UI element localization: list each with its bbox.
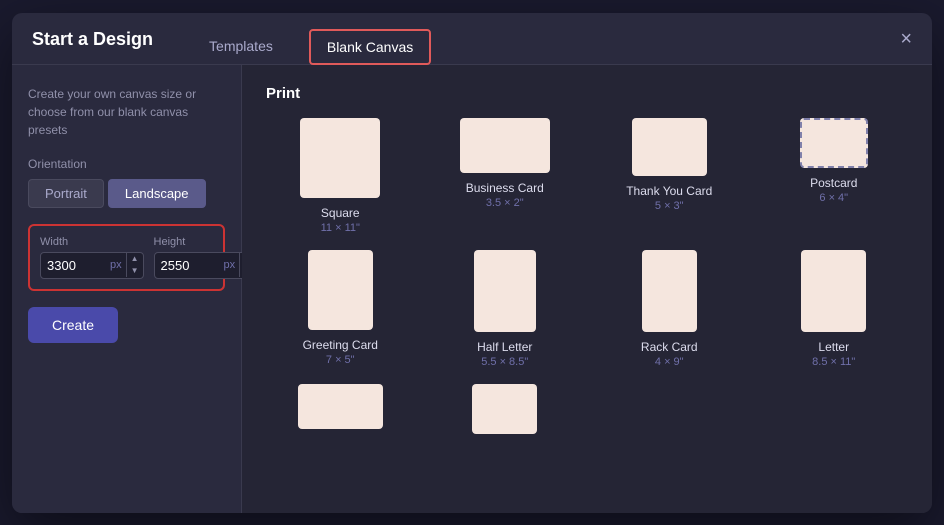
section-title: Print [266, 85, 908, 102]
width-unit: px [106, 259, 126, 271]
card-size-thankyou: 5 × 3" [655, 200, 684, 212]
thumb-small1 [298, 384, 383, 429]
card-rackcard[interactable]: Rack Card 4 × 9" [595, 250, 744, 368]
portrait-button[interactable]: Portrait [28, 179, 104, 208]
tab-blank-canvas[interactable]: Blank Canvas [309, 29, 431, 65]
modal-header: Start a Design Templates Blank Canvas × [12, 13, 932, 65]
cards-grid: Square 11 × 11" Business Card 3.5 × 2" T… [266, 118, 908, 442]
card-halfletter[interactable]: Half Letter 5.5 × 8.5" [431, 250, 580, 368]
sidebar-description: Create your own canvas size or choose fr… [28, 85, 225, 139]
thumb-rackcard [642, 250, 697, 332]
width-up-button[interactable]: ▲ [127, 253, 143, 265]
height-input[interactable] [155, 253, 220, 278]
height-unit: px [220, 259, 240, 271]
card-square[interactable]: Square 11 × 11" [266, 118, 415, 234]
card-small2[interactable] [431, 384, 580, 442]
dimension-group: Width px ▲ ▼ Height [28, 224, 225, 291]
card-greeting[interactable]: Greeting Card 7 × 5" [266, 250, 415, 368]
orientation-group: Portrait Landscape [28, 179, 225, 208]
width-label: Width [40, 236, 144, 248]
card-thankyou[interactable]: Thank You Card 5 × 3" [595, 118, 744, 234]
thumb-small2 [472, 384, 537, 434]
card-name-postcard: Postcard [810, 176, 857, 190]
main-content: Print Square 11 × 11" Business Card 3.5 … [242, 65, 932, 513]
thumb-square [300, 118, 380, 198]
thumb-thankyou [632, 118, 707, 176]
modal-title: Start a Design [32, 29, 153, 64]
card-letter[interactable]: Letter 8.5 × 11" [760, 250, 909, 368]
tab-templates[interactable]: Templates [193, 30, 289, 64]
width-input-wrap: px ▲ ▼ [40, 252, 144, 279]
card-name-rackcard: Rack Card [641, 340, 698, 354]
modal: Start a Design Templates Blank Canvas × … [12, 13, 932, 513]
modal-body: Create your own canvas size or choose fr… [12, 65, 932, 513]
card-size-rackcard: 4 × 9" [655, 356, 684, 368]
card-name-greeting: Greeting Card [303, 338, 378, 352]
card-size-postcard: 6 × 4" [819, 192, 848, 204]
card-bizcard[interactable]: Business Card 3.5 × 2" [431, 118, 580, 234]
thumb-postcard [800, 118, 868, 168]
card-size-halfletter: 5.5 × 8.5" [481, 356, 528, 368]
thumb-greeting [308, 250, 373, 330]
card-name-halfletter: Half Letter [477, 340, 532, 354]
thumb-bizcard [460, 118, 550, 173]
card-size-greeting: 7 × 5" [326, 354, 355, 366]
landscape-button[interactable]: Landscape [108, 179, 206, 208]
card-name-square: Square [321, 206, 360, 220]
card-small1[interactable] [266, 384, 415, 442]
card-size-bizcard: 3.5 × 2" [486, 197, 524, 209]
thumb-halfletter [474, 250, 536, 332]
sidebar: Create your own canvas size or choose fr… [12, 65, 242, 513]
card-size-letter: 8.5 × 11" [812, 356, 855, 368]
orientation-label: Orientation [28, 157, 225, 171]
width-down-button[interactable]: ▼ [127, 265, 143, 277]
width-spinner: ▲ ▼ [126, 253, 143, 277]
width-input[interactable] [41, 253, 106, 278]
create-button[interactable]: Create [28, 307, 118, 343]
card-postcard[interactable]: Postcard 6 × 4" [760, 118, 909, 234]
card-name-thankyou: Thank You Card [626, 184, 712, 198]
card-name-letter: Letter [818, 340, 849, 354]
card-size-square: 11 × 11" [321, 222, 360, 234]
thumb-letter [801, 250, 866, 332]
card-name-bizcard: Business Card [466, 181, 544, 195]
close-button[interactable]: × [900, 29, 912, 63]
dimension-row: Width px ▲ ▼ Height [40, 236, 213, 279]
width-field: Width px ▲ ▼ [40, 236, 144, 279]
